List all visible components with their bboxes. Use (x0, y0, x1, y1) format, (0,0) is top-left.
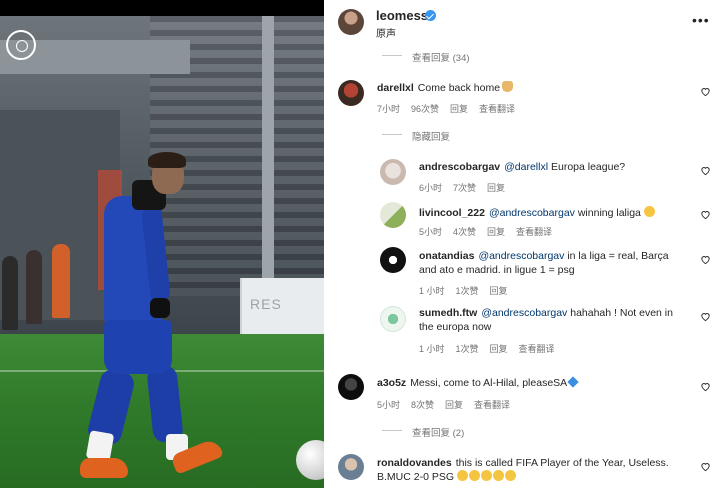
comment-username[interactable]: ronaldovandes (377, 457, 452, 469)
reply-username[interactable]: onatandias (419, 250, 474, 262)
reply-button[interactable]: 回复 (450, 104, 468, 114)
reply-meta: 5小时 4次赞 回复 查看翻译 (419, 225, 563, 238)
grinning-squint-emoji (456, 470, 468, 481)
comments-panel: leomessi 原声 ••• 查看回复 (34) darellxl Come b… (324, 0, 720, 488)
comment-likes[interactable]: 8次赞 (411, 400, 434, 410)
grinning-squint-emoji (504, 470, 516, 481)
post-media[interactable]: RES (0, 0, 324, 488)
reply-meta: 1 小时 1次赞 回复 查看翻译 (419, 342, 566, 355)
reply-text: winning laliga (577, 207, 641, 219)
translate-button[interactable]: 查看翻译 (479, 104, 515, 114)
media-top-bar (0, 0, 324, 16)
comment-text: this is called FIFA Player of the Year, … (455, 457, 669, 469)
reply-button[interactable]: 回复 (490, 286, 508, 296)
comment-username[interactable]: a3o5z (377, 377, 406, 389)
reply-text: hahahah ! Not even in (570, 307, 673, 319)
reply-likes[interactable]: 1次赞 (456, 286, 479, 296)
folded-hands-emoji (502, 81, 514, 92)
heart-icon[interactable] (700, 165, 711, 176)
comment-body: ronaldovandes this is called FIFA Player … (377, 456, 687, 484)
player-glove (150, 298, 170, 318)
avatar[interactable] (338, 454, 364, 480)
comment-text: Messi, come to Al-Hilal, pleaseSA (410, 377, 568, 389)
avatar[interactable] (338, 80, 364, 106)
comment-time: 5小时 (377, 400, 401, 410)
avatar[interactable] (380, 247, 406, 273)
replies-line (382, 55, 402, 56)
grinning-squint-emoji (480, 470, 492, 481)
heart-icon[interactable] (700, 86, 711, 97)
replies-line (382, 134, 402, 135)
grinning-squint-emoji (468, 470, 480, 481)
reply-time: 5小时 (419, 227, 443, 237)
post-author-username[interactable]: leomessi (376, 8, 432, 23)
comment-username[interactable]: darellxl (377, 82, 414, 94)
reply-text-continued: the europa now (419, 321, 492, 333)
translate-button[interactable]: 查看翻译 (516, 227, 552, 237)
mention-link[interactable]: @andrescobargav (481, 307, 567, 319)
player-boot (80, 458, 128, 478)
translate-button[interactable]: 查看翻译 (474, 400, 510, 410)
post-header: leomessi 原声 ••• (324, 0, 720, 44)
player (0, 0, 324, 488)
comment-meta: 7小时 96次赞 回复 查看翻译 (377, 102, 526, 115)
translate-button[interactable]: 查看翻译 (519, 344, 555, 354)
heart-icon[interactable] (700, 311, 711, 322)
heart-icon[interactable] (700, 209, 711, 220)
reply-button[interactable]: 回复 (487, 183, 505, 193)
grinning-squint-emoji (492, 470, 504, 481)
comment-time: 7小时 (377, 104, 401, 114)
avatar[interactable] (380, 159, 406, 185)
verified-icon (425, 10, 436, 21)
mention-link[interactable]: @andrescobargav (478, 250, 564, 262)
avatar[interactable] (338, 374, 364, 400)
view-replies-button[interactable]: 查看回复 (34) (412, 50, 470, 64)
comment-meta: 5小时 8次赞 回复 查看翻译 (377, 398, 521, 411)
mention-link[interactable]: @andrescobargav (489, 207, 575, 219)
reply-username[interactable]: andrescobargav (419, 161, 500, 173)
heart-icon[interactable] (700, 381, 711, 392)
heart-icon[interactable] (700, 254, 711, 265)
reply-button[interactable]: 回复 (445, 400, 463, 410)
reply-meta: 6小时 7次赞 回复 (419, 181, 516, 194)
reply-time: 6小时 (419, 183, 443, 193)
reply-body: onatandias @andrescobargav in la liga = r… (419, 249, 709, 277)
reply-text: Europa league? (550, 161, 626, 173)
hide-replies-button[interactable]: 隐藏回复 (412, 129, 450, 143)
reply-time: 1 小时 (419, 344, 445, 354)
reply-likes[interactable]: 1次赞 (456, 344, 479, 354)
comment-body: a3o5z Messi, come to Al-Hilal, pleaseSA (377, 376, 677, 390)
avatar[interactable] (380, 202, 406, 228)
reply-meta: 1 小时 1次赞 回复 (419, 284, 519, 297)
comment-text: Come back home (417, 82, 501, 94)
replies-line (382, 430, 402, 431)
more-icon[interactable]: ••• (692, 12, 710, 28)
player-shorts (104, 320, 172, 374)
reply-username[interactable]: sumedh.ftw (419, 307, 477, 319)
reply-button[interactable]: 回复 (487, 227, 505, 237)
reply-likes[interactable]: 4次赞 (453, 227, 476, 237)
reply-time: 1 小时 (419, 286, 445, 296)
reply-text-continued: and ato e madrid. in ligue 1 = psg (419, 264, 575, 276)
reply-body: andrescobargav @darellxl Europa league? (419, 160, 689, 174)
diamond-emoji (567, 376, 579, 388)
mention-link[interactable]: @darellxl (504, 161, 548, 173)
post-audio-label[interactable]: 原声 (376, 25, 396, 40)
reply-button[interactable]: 回复 (490, 344, 508, 354)
avatar[interactable] (380, 306, 406, 332)
avatar[interactable] (338, 9, 364, 35)
grinning-squint-emoji (643, 206, 655, 217)
player-hair (148, 152, 186, 168)
reply-body: livincool_222 @andrescobargav winning lal… (419, 206, 699, 220)
reply-body: sumedh.ftw @andrescobargav hahahah ! Not … (419, 306, 699, 334)
view-replies-button[interactable]: 查看回复 (2) (412, 425, 464, 439)
comment-text-continued: B.MUC 2-0 PSG (377, 471, 455, 483)
comment-likes[interactable]: 96次赞 (411, 104, 439, 114)
player-leg (146, 364, 184, 444)
reply-username[interactable]: livincool_222 (419, 207, 485, 219)
reply-text: in la liga = real, Barça (567, 250, 669, 262)
comment-body: darellxl Come back home (377, 81, 677, 95)
reply-likes[interactable]: 7次赞 (453, 183, 476, 193)
heart-icon[interactable] (700, 461, 711, 472)
